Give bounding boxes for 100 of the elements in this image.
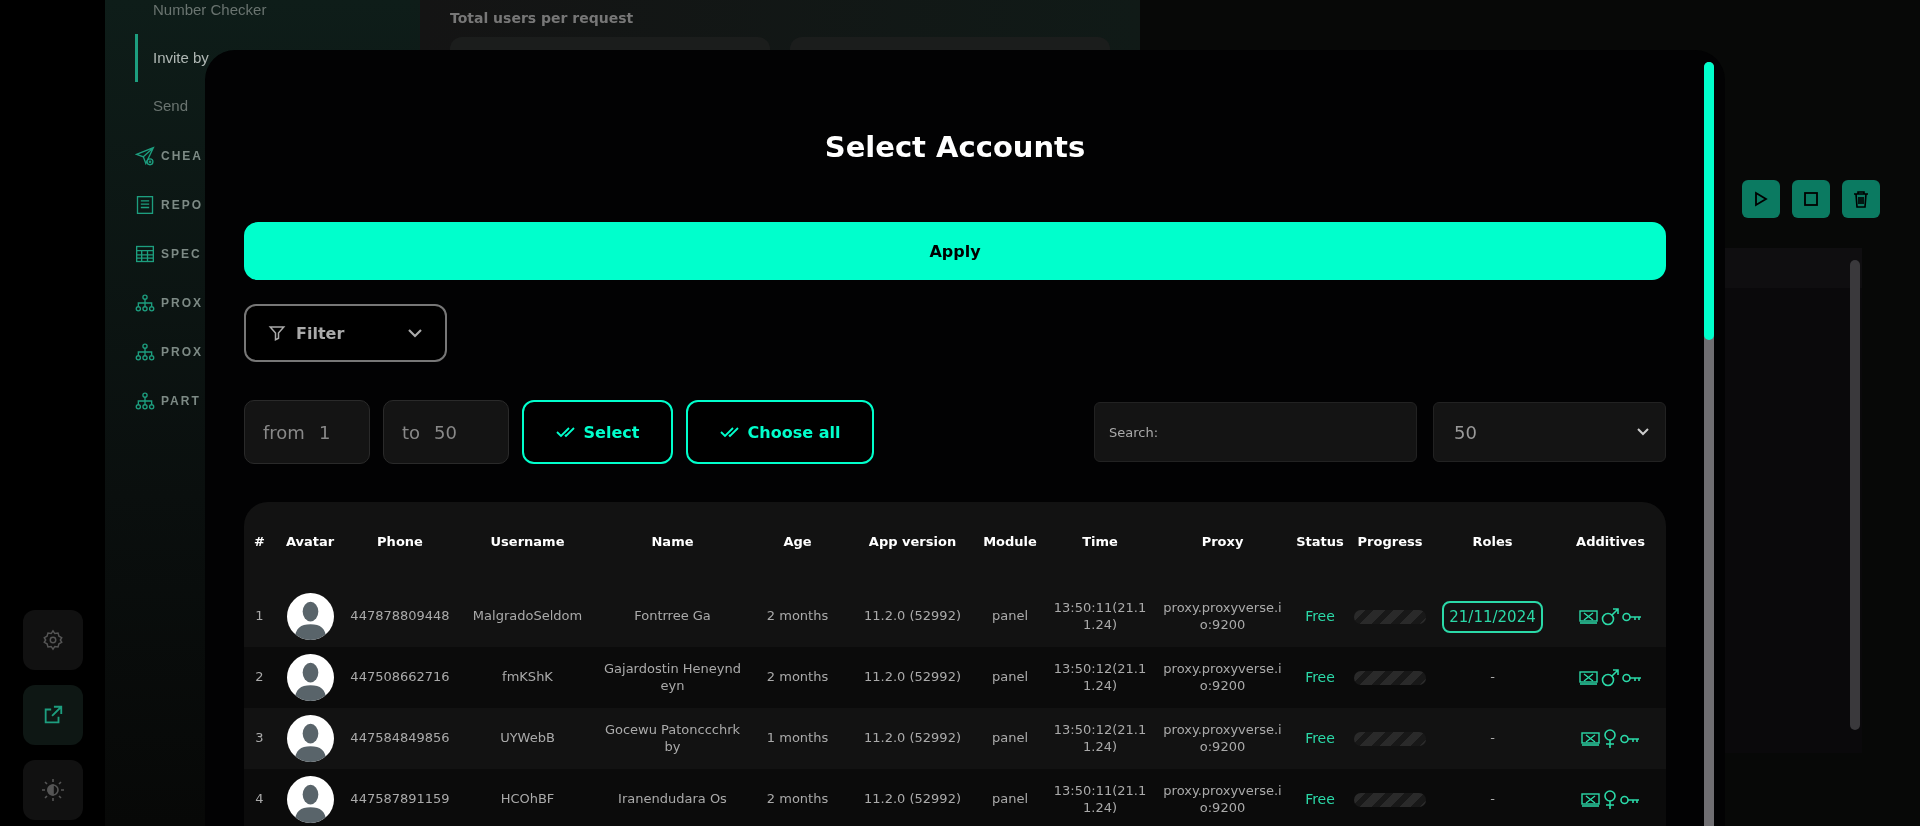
table-cell-text: 2 [254,669,265,686]
key-icon [1622,611,1642,622]
key-icon [1622,672,1642,683]
female-symbol-icon [1603,789,1617,810]
table-cell-text: panel [990,669,1030,686]
status-text: Free [1304,607,1336,626]
column-header: Username [489,533,566,549]
table-cell-text: HCOhBF [499,791,556,808]
column-header: Age [782,533,813,549]
choose-all-button[interactable]: Choose all [686,400,874,464]
column-header: # [253,533,266,549]
table-cell-text: Gocewu Patonccchrkby [603,722,742,755]
table-cell-text: 11.2.0 (52992) [863,730,962,747]
column-header: Roles [1471,533,1514,549]
table-cell-text: Iranendudara Os [617,791,728,808]
avatar-silhouette-icon [286,776,334,823]
table-cell-text: 13:50:11(21.11.24) [1052,600,1148,633]
table-cell-text: 11.2.0 (52992) [863,669,962,686]
table-cell-text: proxy.proxyverse.io:9200 [1162,661,1283,694]
chevron-down-icon [407,328,423,338]
table-cell-text: 447508662716 [349,669,451,686]
screen-cross-icon [1581,791,1600,808]
range-to-field[interactable]: to 50 [383,400,509,464]
range-from-field[interactable]: from 1 [244,400,370,464]
screen-cross-icon [1581,730,1600,747]
sidebar-toggle-button[interactable] [22,610,83,670]
avatar-silhouette-icon [286,654,334,701]
field-label: Total users per request [450,10,634,26]
network-icon [135,390,155,411]
table-cell-text: 4 [254,791,265,808]
table-cell-text: 3 [254,730,265,747]
table-cell-text: proxy.proxyverse.io:9200 [1162,600,1283,633]
sidebar-toggle-button[interactable] [22,760,83,820]
select-button[interactable]: Select [522,400,673,464]
table-cell-text: UYWebB [499,730,556,747]
male-symbol-icon [1601,668,1619,687]
table-cell-text: 2 months [765,608,830,625]
modal-title: Select Accounts [823,129,1087,166]
chevron-down-icon [1637,428,1649,436]
trash-icon [1853,190,1869,208]
delete-button[interactable] [1842,180,1880,218]
stop-button[interactable] [1792,180,1830,218]
screen-cross-icon [1579,669,1598,686]
column-header: Name [650,533,695,549]
table-cell-text: 447878809448 [349,608,451,625]
table-cell-text: panel [990,730,1030,747]
settings-icon [41,629,64,651]
column-header: Progress [1356,533,1424,549]
table-cell-text: 2 months [765,669,830,686]
menu-section-label[interactable]: CHEA [161,148,203,163]
menu-section-label[interactable]: PART [161,393,201,408]
table-cell-text: panel [990,608,1030,625]
table-cell-text: proxy.proxyverse.io:9200 [1162,722,1283,755]
table-cell-text: 13:50:12(21.11.24) [1052,722,1148,755]
status-text: Free [1304,729,1336,748]
table-cell-text: 11.2.0 (52992) [863,791,962,808]
menu-section-label[interactable]: SPEC [161,246,202,261]
table-cell-text: 447587891159 [349,791,451,808]
scrollbar[interactable] [1704,62,1714,826]
table-cell-text: panel [990,791,1030,808]
table-cell-text: 2 months [765,791,830,808]
table-cell-text: MalgradoSeldom [471,608,584,625]
page-size-select[interactable]: 50 [1433,402,1666,462]
table-cell-text: 1 months [765,730,830,747]
double-check-icon [555,426,576,438]
filter-dropdown[interactable]: Filter [244,304,447,362]
menu-section-label[interactable]: PROX [161,344,203,359]
menu-section-label[interactable]: PROX [161,295,203,310]
column-header: Status [1295,533,1345,549]
male-symbol-icon [1601,607,1619,626]
paper-plane-plus-icon [135,145,155,166]
role-date-tag: 21/11/2024 [1442,600,1543,633]
column-header: App version [867,533,958,549]
spreadsheet-icon [135,243,155,264]
stop-icon [1804,192,1818,206]
play-icon [1754,191,1768,207]
table-cell-text: proxy.proxyverse.io:9200 [1162,783,1283,816]
column-header: Module [982,533,1038,549]
screen-cross-icon [1579,608,1598,625]
play-button[interactable] [1742,180,1780,218]
submenu-item[interactable]: Number Checker [135,0,420,34]
table-cell-text: Gajardostin Heneyndeyn [603,661,742,694]
filter-icon [268,324,286,342]
column-header: Avatar [284,533,336,549]
search-field[interactable]: Search: [1094,402,1417,462]
column-header: Proxy [1200,533,1245,549]
double-check-icon [719,426,740,438]
column-header: Additives [1575,533,1646,549]
scrollbar[interactable] [1850,260,1860,730]
menu-section-label[interactable]: REPO [161,197,203,212]
sun-moon-icon [40,778,65,802]
sidebar-toggle-button[interactable] [22,685,83,745]
status-text: Free [1304,790,1336,809]
status-text: Free [1304,668,1336,687]
receipt-icon [135,194,155,215]
key-icon [1620,794,1640,805]
table-cell-text: - [1489,791,1496,808]
table-cell-text: - [1489,669,1496,686]
table-cell-text: 11.2.0 (52992) [863,608,962,625]
apply-button[interactable]: Apply [244,222,1666,280]
